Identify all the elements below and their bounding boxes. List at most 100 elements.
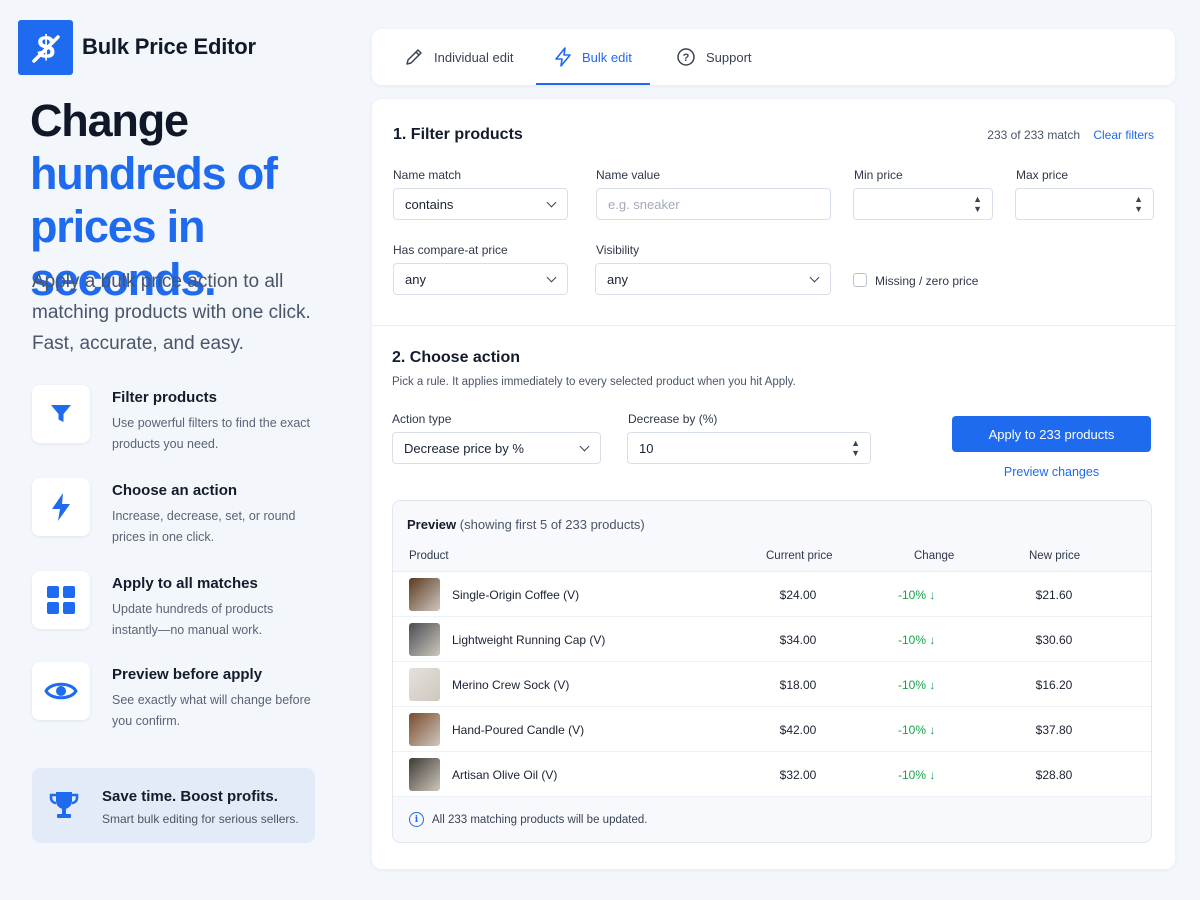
feature-filter-products: Filter products Use powerful filters to … <box>32 385 352 455</box>
table-row: Single-Origin Coffee (V) $24.00 -10% ↓ $… <box>393 572 1151 617</box>
lightning-icon <box>555 47 571 67</box>
new-price: $37.80 <box>1035 723 1073 737</box>
match-count: 233 of 233 match <box>987 128 1080 142</box>
pencil-icon <box>406 49 422 65</box>
preview-table: Preview (showing first 5 of 233 products… <box>392 500 1152 843</box>
tab-label: Individual edit <box>434 49 514 65</box>
table-row: Lightweight Running Cap (V) $34.00 -10% … <box>393 617 1151 662</box>
current-price: $18.00 <box>779 678 817 692</box>
product-name: Lightweight Running Cap (V) <box>452 633 606 647</box>
visibility-label: Visibility <box>596 243 640 257</box>
price-change: -10% ↓ <box>898 768 935 782</box>
price-change: -10% ↓ <box>898 678 935 692</box>
tab-individual-edit[interactable]: Individual edit <box>404 29 514 85</box>
decrease-by-label: Decrease by (%) <box>628 412 718 426</box>
preview-title: Preview <box>407 517 457 532</box>
filter-section-title: 1. Filter products <box>393 126 523 143</box>
feature-choose-action: Choose an action Increase, decrease, set… <box>32 478 352 548</box>
tab-label: Bulk edit <box>582 49 632 65</box>
arrow-down-icon: ↓ <box>929 678 936 692</box>
chevron-down-icon <box>809 272 820 283</box>
feature-title: Choose an action <box>112 482 238 499</box>
arrow-down-icon: ↓ <box>929 768 936 782</box>
table-row: Hand-Poured Candle (V) $42.00 -10% ↓ $37… <box>393 707 1151 752</box>
product-name: Single-Origin Coffee (V) <box>452 588 580 602</box>
marketing-column: $ Bulk Price Editor Change hundreds of p… <box>0 0 370 900</box>
preview-changes-link[interactable]: Preview changes <box>952 465 1151 479</box>
feature-desc: Update hundreds of products instantly—no… <box>112 602 274 637</box>
arrow-down-icon: ↓ <box>929 723 936 737</box>
hero-line-1: Change <box>30 95 189 146</box>
question-icon: ? <box>677 48 695 66</box>
info-icon: i <box>409 812 424 827</box>
bulk-edit-panel: 1. Filter products 233 of 233 match Clea… <box>372 99 1175 869</box>
new-price: $28.80 <box>1035 768 1073 782</box>
current-price: $42.00 <box>779 723 817 737</box>
stepper-icon[interactable]: ▲ ▼ <box>851 438 860 458</box>
feature-preview: Preview before apply See exactly what wi… <box>32 662 352 732</box>
action-subtitle: Pick a rule. It applies immediately to e… <box>392 376 796 388</box>
product-thumbnail <box>409 578 440 611</box>
table-row: Artisan Olive Oil (V) $32.00 -10% ↓ $28.… <box>393 752 1151 797</box>
stepper-icon[interactable]: ▲ ▼ <box>1134 194 1143 214</box>
missing-price-label: Missing / zero price <box>875 274 979 288</box>
trophy-icon <box>46 788 82 829</box>
change-value: -10% <box>898 588 927 602</box>
column-header-change: Change <box>914 550 955 562</box>
min-price-label: Min price <box>854 168 903 182</box>
preview-heading: Preview (showing first 5 of 233 products… <box>407 517 645 532</box>
current-price: $34.00 <box>779 633 817 647</box>
feature-title: Preview before apply <box>112 666 263 683</box>
new-price: $16.20 <box>1035 678 1073 692</box>
dollar-tag-icon: $ <box>31 29 60 65</box>
feature-title: Filter products <box>112 389 218 406</box>
tab-bulk-edit[interactable]: Bulk edit <box>536 29 650 85</box>
action-type-select[interactable]: Decrease price by % <box>392 432 601 464</box>
apply-button[interactable]: Apply to 233 products <box>952 416 1151 452</box>
eye-icon <box>32 662 90 720</box>
filter-icon <box>32 385 90 443</box>
product-thumbnail <box>409 713 440 746</box>
feature-desc: Increase, decrease, set, or round prices… <box>112 509 296 544</box>
min-price-input[interactable]: ▲ ▼ <box>853 188 993 220</box>
price-change: -10% ↓ <box>898 588 935 602</box>
action-section-title: 2. Choose action <box>392 349 521 366</box>
name-value-input[interactable]: e.g. sneaker <box>596 188 831 220</box>
price-change: -10% ↓ <box>898 633 935 647</box>
change-value: -10% <box>898 723 927 737</box>
tab-support[interactable]: ? Support <box>676 29 752 85</box>
chevron-down-icon <box>546 197 557 208</box>
arrow-down-icon: ↓ <box>929 588 936 602</box>
column-header-product: Product <box>409 550 449 562</box>
promo-card: Save time. Boost profits. Smart bulk edi… <box>32 768 315 843</box>
tab-label: Support <box>706 49 752 65</box>
change-value: -10% <box>898 633 927 647</box>
feature-desc: See exactly what will change before you … <box>112 693 311 728</box>
select-value: any <box>405 271 426 287</box>
current-price: $24.00 <box>779 588 817 602</box>
clear-filters-link[interactable]: Clear filters <box>1093 128 1154 142</box>
product-name: Artisan Olive Oil (V) <box>452 768 558 782</box>
change-value: -10% <box>898 678 927 692</box>
visibility-select[interactable]: any <box>595 263 831 295</box>
compare-at-label: Has compare-at price <box>393 243 508 257</box>
max-price-label: Max price <box>1016 168 1069 182</box>
preview-subtitle: (showing first 5 of 233 products) <box>459 517 645 532</box>
decrease-by-input[interactable]: 10 ▲ ▼ <box>627 432 871 464</box>
name-match-select[interactable]: contains <box>393 188 568 220</box>
select-value: any <box>607 271 628 287</box>
input-value: 10 <box>639 440 654 456</box>
input-placeholder: e.g. sneaker <box>608 196 680 212</box>
preview-rows: Single-Origin Coffee (V) $24.00 -10% ↓ $… <box>393 571 1151 797</box>
missing-price-checkbox[interactable] <box>853 273 867 287</box>
preview-footnote: i All 233 matching products will be upda… <box>409 812 647 827</box>
product-name: Merino Crew Sock (V) <box>452 678 570 692</box>
product-thumbnail <box>409 758 440 791</box>
stepper-icon[interactable]: ▲ ▼ <box>973 194 982 214</box>
compare-at-select[interactable]: any <box>393 263 568 295</box>
app-logo: $ <box>18 20 73 75</box>
grid-icon <box>32 571 90 629</box>
chevron-down-icon <box>546 272 557 283</box>
product-name: Hand-Poured Candle (V) <box>452 723 585 737</box>
max-price-input[interactable]: ▲ ▼ <box>1015 188 1154 220</box>
